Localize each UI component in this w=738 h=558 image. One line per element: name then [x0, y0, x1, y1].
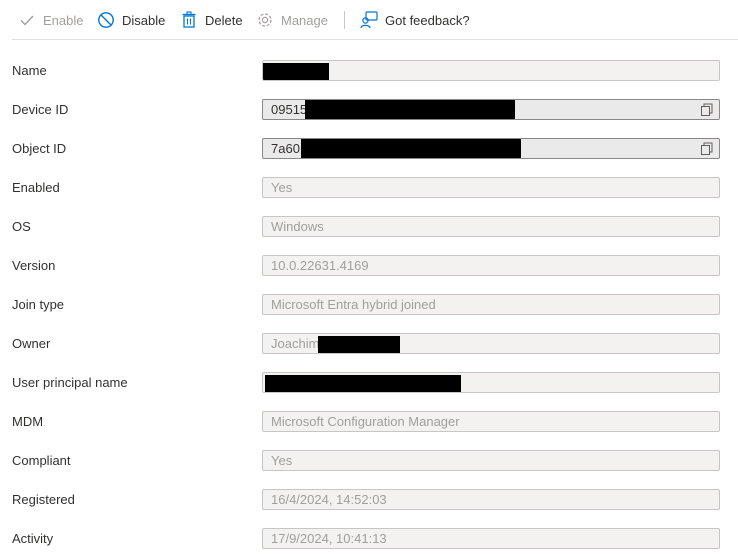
delete-button-label: Delete [205, 12, 243, 28]
mdm-label: MDM [12, 414, 44, 429]
redaction-block [265, 375, 461, 392]
name-label: Name [12, 63, 47, 78]
trash-icon [180, 11, 198, 29]
name-field[interactable] [262, 60, 720, 81]
device-id-field[interactable]: 09515 [262, 99, 720, 120]
block-icon [97, 11, 115, 29]
checkmark-icon [18, 11, 36, 29]
enabled-label: Enabled [12, 180, 60, 195]
os-value: Windows [271, 219, 324, 234]
owner-label: Owner [12, 336, 51, 351]
mdm-value: Microsoft Configuration Manager [271, 414, 460, 429]
enabled-field: Yes [262, 177, 720, 198]
redaction-block [301, 139, 521, 158]
gear-icon [256, 11, 274, 29]
command-bar: Enable Disable Delete Manage Got feedbac… [12, 0, 738, 40]
compliant-field: Yes [262, 450, 720, 471]
object-id-field[interactable]: 7a601 [262, 138, 720, 159]
feedback-person-icon [360, 11, 378, 29]
join-type-field: Microsoft Entra hybrid joined [262, 294, 720, 315]
activity-field: 17/9/2024, 10:41:13 [262, 528, 720, 549]
redaction-block [318, 336, 400, 353]
manage-button[interactable]: Manage [256, 10, 328, 30]
copy-icon[interactable] [700, 103, 714, 117]
os-field: Windows [262, 216, 720, 237]
owner-field: Joachim [262, 333, 720, 354]
device-id-label: Device ID [12, 102, 69, 117]
registered-value: 16/4/2024, 14:52:03 [271, 492, 387, 507]
version-label: Version [12, 258, 56, 273]
disable-button-label: Disable [122, 12, 166, 28]
feedback-button[interactable]: Got feedback? [360, 10, 470, 30]
copy-icon[interactable] [700, 142, 714, 156]
enabled-value: Yes [271, 180, 293, 195]
toolbar-divider [344, 11, 345, 29]
upn-label: User principal name [12, 375, 128, 390]
compliant-label: Compliant [12, 453, 71, 468]
join-type-label: Join type [12, 297, 65, 312]
feedback-button-label: Got feedback? [385, 12, 470, 28]
registered-field: 16/4/2024, 14:52:03 [262, 489, 720, 510]
owner-value: Joachim [271, 336, 320, 351]
version-field: 10.0.22631.4169 [262, 255, 720, 276]
redaction-block [305, 100, 515, 119]
os-label: OS [12, 219, 31, 234]
upn-field [262, 372, 720, 393]
device-id-value: 09515 [271, 102, 308, 117]
delete-button[interactable]: Delete [180, 10, 243, 30]
enable-button[interactable]: Enable [18, 10, 83, 30]
join-type-value: Microsoft Entra hybrid joined [271, 297, 436, 312]
disable-button[interactable]: Disable [97, 10, 165, 30]
registered-label: Registered [12, 492, 75, 507]
compliant-value: Yes [271, 453, 293, 468]
enable-button-label: Enable [43, 12, 84, 28]
version-value: 10.0.22631.4169 [271, 258, 369, 273]
activity-label: Activity [12, 531, 54, 546]
redaction-block [263, 63, 329, 80]
mdm-field: Microsoft Configuration Manager [262, 411, 720, 432]
activity-value: 17/9/2024, 10:41:13 [271, 531, 387, 546]
manage-button-label: Manage [281, 12, 328, 28]
object-id-label: Object ID [12, 141, 67, 156]
